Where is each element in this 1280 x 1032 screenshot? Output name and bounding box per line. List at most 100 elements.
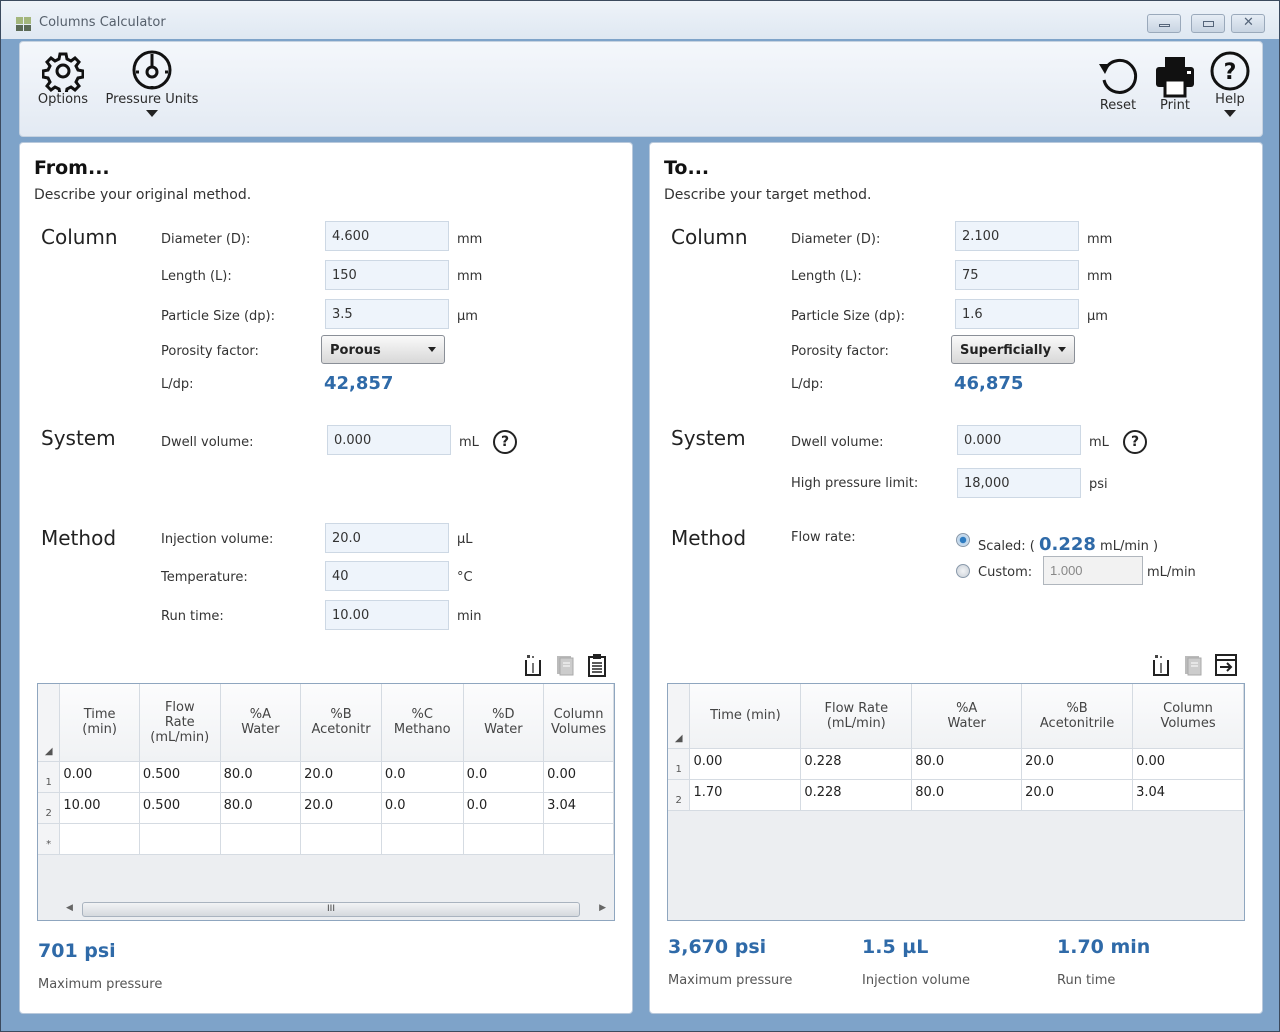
table-cell[interactable]: 80.0: [911, 779, 1023, 811]
column-header[interactable]: Time (min): [689, 684, 802, 749]
minimize-button[interactable]: [1147, 14, 1181, 33]
clear-table-icon[interactable]: [1150, 653, 1172, 677]
scroll-left-icon[interactable]: ◀: [66, 903, 73, 913]
close-button[interactable]: ✕: [1231, 14, 1265, 33]
export-icon[interactable]: [1214, 653, 1237, 677]
copy-icon[interactable]: [554, 653, 576, 677]
from-length-input[interactable]: [325, 260, 449, 290]
table-cell[interactable]: 0.500: [139, 792, 221, 824]
to-dwell-input[interactable]: [957, 425, 1081, 455]
table-cell[interactable]: 3.04: [1132, 779, 1244, 811]
table-row[interactable]: 1 0.00 0.500 80.0 20.0 0.0 0.0 0.00: [38, 761, 614, 793]
table-cell[interactable]: 20.0: [1021, 748, 1134, 780]
column-header[interactable]: %B Acetonitr: [300, 684, 382, 762]
table-row[interactable]: 1 0.00 0.228 80.0 20.0 0.00: [668, 748, 1244, 780]
column-header[interactable]: Column Volumes: [543, 684, 614, 762]
dropdown-arrow-icon: [1224, 110, 1236, 117]
row-header[interactable]: 1: [668, 748, 691, 780]
pressure-units-button[interactable]: Pressure Units: [102, 48, 202, 117]
help-button[interactable]: ? Help: [1206, 50, 1254, 117]
table-cell[interactable]: 1.70: [689, 779, 802, 811]
table-cell[interactable]: [220, 823, 302, 855]
table-cell[interactable]: 0.0: [381, 792, 464, 824]
row-header[interactable]: 2: [668, 779, 691, 811]
column-header[interactable]: %A Water: [911, 684, 1023, 749]
dwell-help-icon[interactable]: ?: [493, 430, 517, 454]
to-length-input[interactable]: [955, 260, 1079, 290]
select-all-corner[interactable]: ◢: [38, 684, 61, 762]
table-cell[interactable]: 0.228: [800, 748, 913, 780]
table-cell[interactable]: 0.228: [800, 779, 913, 811]
table-cell[interactable]: 80.0: [220, 761, 302, 793]
row-header[interactable]: *: [38, 823, 61, 855]
table-cell[interactable]: 80.0: [911, 748, 1023, 780]
from-injection-input[interactable]: [325, 523, 449, 553]
clear-table-icon[interactable]: [522, 653, 544, 677]
table-cell[interactable]: 0.00: [1132, 748, 1244, 780]
to-grid-toolbar: [1150, 653, 1237, 677]
table-row[interactable]: *: [38, 823, 614, 855]
from-particle-input[interactable]: [325, 299, 449, 329]
table-cell[interactable]: 20.0: [300, 761, 382, 793]
paste-clipboard-icon[interactable]: [586, 653, 608, 677]
table-cell[interactable]: 0.0: [381, 761, 464, 793]
to-particle-input[interactable]: [955, 299, 1079, 329]
row-header[interactable]: 2: [38, 792, 61, 824]
table-cell[interactable]: [139, 823, 221, 855]
from-temperature-label: Temperature:: [161, 570, 248, 585]
column-header[interactable]: %B Acetonitrile: [1021, 684, 1134, 749]
reset-button[interactable]: Reset: [1096, 54, 1140, 113]
table-cell[interactable]: 3.04: [543, 792, 614, 824]
column-header[interactable]: %C Methano: [381, 684, 464, 762]
column-header[interactable]: %A Water: [220, 684, 302, 762]
table-row[interactable]: 2 1.70 0.228 80.0 20.0 3.04: [668, 779, 1244, 811]
dwell-help-icon[interactable]: ?: [1123, 430, 1147, 454]
table-cell[interactable]: 20.0: [1021, 779, 1134, 811]
table-cell[interactable]: [543, 823, 614, 855]
table-cell[interactable]: 0.0: [463, 761, 545, 793]
select-all-corner[interactable]: ◢: [668, 684, 691, 749]
column-header[interactable]: Time (min): [59, 684, 140, 762]
scroll-right-icon[interactable]: ▶: [599, 903, 606, 913]
to-diameter-input[interactable]: [955, 221, 1079, 251]
from-temperature-unit: °C: [457, 570, 473, 585]
from-porosity-select[interactable]: Porous: [321, 335, 445, 364]
from-title: From...: [34, 157, 110, 179]
table-cell[interactable]: 0.00: [689, 748, 802, 780]
table-cell[interactable]: [463, 823, 545, 855]
row-header[interactable]: 1: [38, 761, 61, 793]
table-cell[interactable]: [381, 823, 464, 855]
table-cell[interactable]: 80.0: [220, 792, 302, 824]
from-runtime-input[interactable]: [325, 600, 449, 630]
dropdown-arrow-icon: [146, 110, 158, 117]
from-horizontal-scrollbar[interactable]: ◀ III ▶: [60, 901, 612, 918]
gauge-icon: [132, 50, 172, 90]
custom-flow-input[interactable]: [1043, 556, 1143, 585]
to-pressure-limit-input[interactable]: [957, 468, 1081, 498]
copy-icon[interactable]: [1182, 653, 1204, 677]
maximize-button[interactable]: [1191, 14, 1225, 33]
table-cell[interactable]: 20.0: [300, 792, 382, 824]
column-header[interactable]: Column Volumes: [1132, 684, 1244, 749]
from-temperature-input[interactable]: [325, 561, 449, 591]
table-cell[interactable]: 0.00: [59, 761, 140, 793]
table-cell[interactable]: [300, 823, 382, 855]
table-cell[interactable]: [59, 823, 140, 855]
scroll-thumb[interactable]: III: [82, 902, 580, 917]
table-row[interactable]: 2 10.00 0.500 80.0 20.0 0.0 0.0 3.04: [38, 792, 614, 824]
from-dwell-input[interactable]: [327, 425, 451, 455]
to-porosity-select[interactable]: Superficially: [951, 335, 1075, 364]
table-cell[interactable]: 0.00: [543, 761, 614, 793]
table-cell[interactable]: 0.500: [139, 761, 221, 793]
help-label: Help: [1215, 92, 1245, 107]
custom-radio[interactable]: [956, 564, 970, 578]
options-button[interactable]: Options: [34, 50, 92, 107]
from-diameter-input[interactable]: [325, 221, 449, 251]
column-header[interactable]: Flow Rate (mL/min): [800, 684, 913, 749]
scaled-radio[interactable]: [956, 533, 970, 547]
column-header[interactable]: Flow Rate (mL/min): [139, 684, 221, 762]
table-cell[interactable]: 0.0: [463, 792, 545, 824]
table-cell[interactable]: 10.00: [59, 792, 140, 824]
print-button[interactable]: Print: [1150, 54, 1200, 113]
column-header[interactable]: %D Water: [463, 684, 545, 762]
